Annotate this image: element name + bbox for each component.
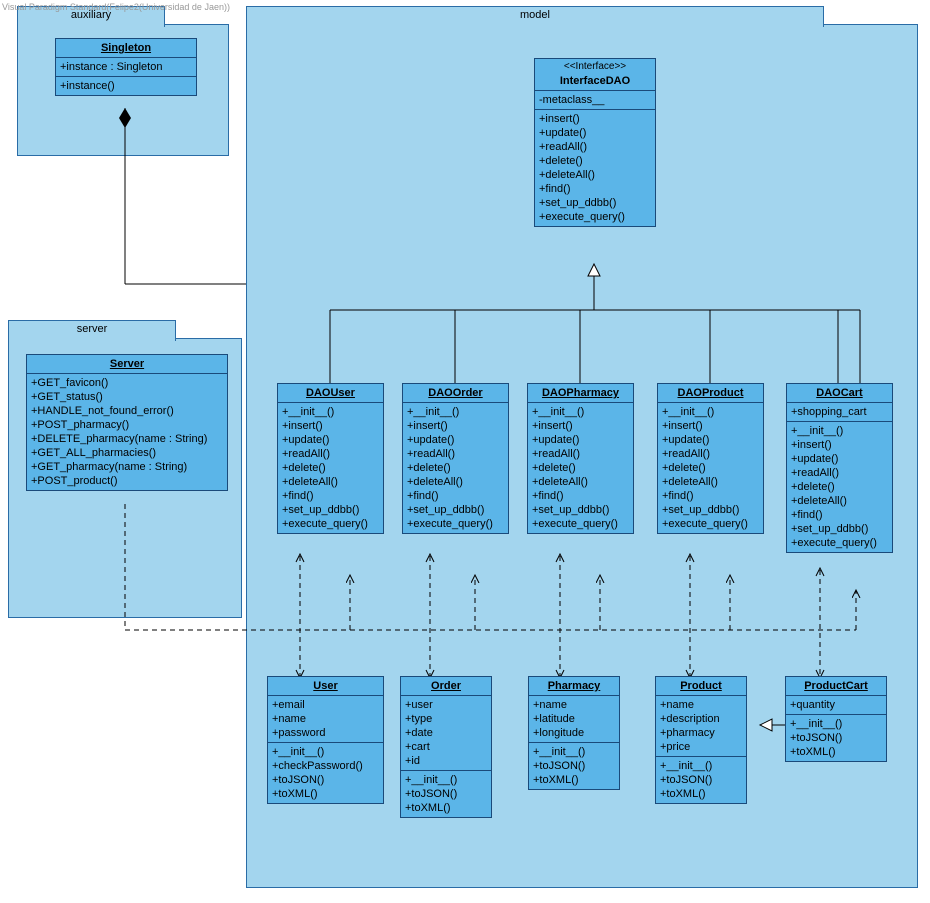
- class-operations: +__init__()+insert()+update()+readAll()+…: [278, 403, 383, 533]
- class-daocart: DAOCart +shopping_cart +__init__()+inser…: [786, 383, 893, 553]
- class-name: User: [268, 677, 383, 696]
- class-name: Singleton: [56, 39, 196, 58]
- class-attributes: +name+description+pharmacy+price: [656, 696, 746, 757]
- class-daoorder: DAOOrder +__init__()+insert()+update()+r…: [402, 383, 509, 534]
- class-operations: +__init__()+insert()+update()+readAll()+…: [528, 403, 633, 533]
- class-name: ProductCart: [786, 677, 886, 696]
- class-operations: +__init__()+toJSON()+toXML(): [529, 743, 619, 789]
- class-singleton: Singleton +instance : Singleton +instanc…: [55, 38, 197, 96]
- class-name: DAOOrder: [403, 384, 508, 403]
- class-name: DAOUser: [278, 384, 383, 403]
- class-name: DAOPharmacy: [528, 384, 633, 403]
- class-name: InterfaceDAO: [535, 72, 655, 91]
- watermark: Visual Paradigm Standard(Felipe2(Univers…: [2, 2, 230, 12]
- class-daouser: DAOUser +__init__()+insert()+update()+re…: [277, 383, 384, 534]
- class-server: Server +GET_favicon()+GET_status()+HANDL…: [26, 354, 228, 491]
- class-operations: +insert()+update()+readAll()+delete()+de…: [535, 110, 655, 226]
- class-attributes: +shopping_cart: [787, 403, 892, 422]
- class-daoproduct: DAOProduct +__init__()+insert()+update()…: [657, 383, 764, 534]
- package-tab: model: [246, 6, 824, 27]
- class-operations: +instance(): [56, 77, 196, 95]
- class-name: Product: [656, 677, 746, 696]
- class-operations: +__init__()+insert()+update()+readAll()+…: [787, 422, 892, 552]
- class-name: DAOProduct: [658, 384, 763, 403]
- class-operations: +__init__()+insert()+update()+readAll()+…: [403, 403, 508, 533]
- class-name: Order: [401, 677, 491, 696]
- class-stereotype: <<Interface>>: [535, 59, 655, 72]
- class-attributes: +email+name+password: [268, 696, 383, 743]
- class-attributes: +quantity: [786, 696, 886, 715]
- class-interfacedao: <<Interface>> InterfaceDAO -metaclass__ …: [534, 58, 656, 227]
- class-product: Product +name+description+pharmacy+price…: [655, 676, 747, 804]
- class-attributes: +instance : Singleton: [56, 58, 196, 77]
- class-operations: +__init__()+checkPassword()+toJSON()+toX…: [268, 743, 383, 803]
- class-operations: +__init__()+toJSON()+toXML(): [656, 757, 746, 803]
- class-attributes: -metaclass__: [535, 91, 655, 110]
- class-pharmacy: Pharmacy +name+latitude+longitude +__ini…: [528, 676, 620, 790]
- class-name: Server: [27, 355, 227, 374]
- class-operations: +GET_favicon()+GET_status()+HANDLE_not_f…: [27, 374, 227, 490]
- class-user: User +email+name+password +__init__()+ch…: [267, 676, 384, 804]
- class-attributes: +user+type+date+cart+id: [401, 696, 491, 771]
- class-daopharmacy: DAOPharmacy +__init__()+insert()+update(…: [527, 383, 634, 534]
- class-order: Order +user+type+date+cart+id +__init__(…: [400, 676, 492, 818]
- class-attributes: +name+latitude+longitude: [529, 696, 619, 743]
- class-operations: +__init__()+toJSON()+toXML(): [786, 715, 886, 761]
- class-productcart: ProductCart +quantity +__init__()+toJSON…: [785, 676, 887, 762]
- class-operations: +__init__()+insert()+update()+readAll()+…: [658, 403, 763, 533]
- class-name: DAOCart: [787, 384, 892, 403]
- class-operations: +__init__()+toJSON()+toXML(): [401, 771, 491, 817]
- package-tab: server: [8, 320, 176, 341]
- class-name: Pharmacy: [529, 677, 619, 696]
